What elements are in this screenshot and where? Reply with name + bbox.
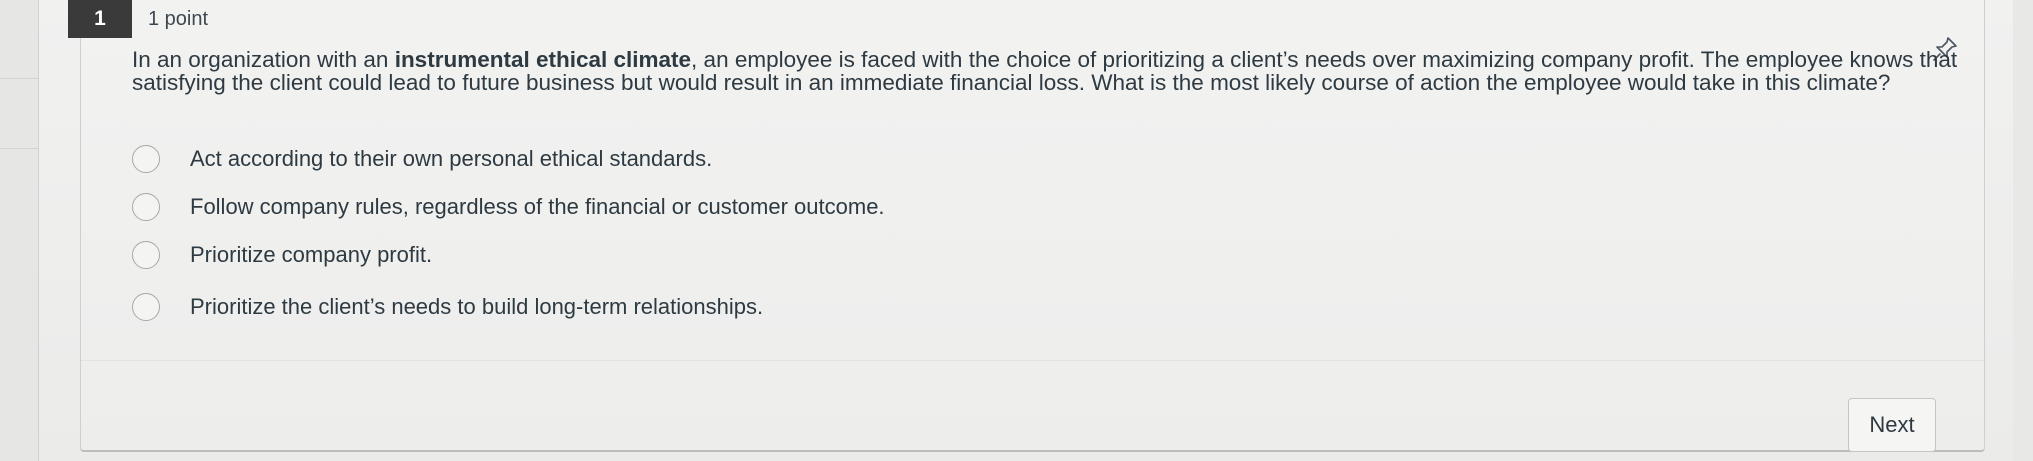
rail-divider: [0, 78, 38, 79]
question-text: In an organization with an instrumental …: [132, 48, 1962, 94]
radio-button[interactable]: [132, 241, 160, 269]
answer-label: Act according to their own personal ethi…: [190, 146, 713, 171]
radio-button[interactable]: [132, 293, 160, 321]
right-rail: [2013, 0, 2033, 461]
next-button[interactable]: Next: [1848, 398, 1936, 452]
answer-label: Follow company rules, regardless of the …: [190, 194, 885, 219]
question-number-badge: 1: [68, 0, 132, 38]
answer-option[interactable]: Prioritize company profit.: [132, 241, 432, 269]
radio-button[interactable]: [132, 145, 160, 173]
answer-label: Prioritize the client’s needs to build l…: [190, 294, 764, 319]
quiz-page: 1 1 point In an organization with an ins…: [0, 0, 2033, 461]
question-text-start: In an organization with an: [132, 47, 395, 72]
question-points: 1 point: [148, 8, 209, 30]
radio-button[interactable]: [132, 193, 160, 221]
answer-option[interactable]: Prioritize the client’s needs to build l…: [132, 293, 763, 321]
answer-option[interactable]: Follow company rules, regardless of the …: [132, 193, 885, 221]
left-rail: [0, 0, 39, 461]
rail-divider: [0, 148, 38, 149]
answer-option[interactable]: Act according to their own personal ethi…: [132, 145, 712, 173]
question-text-emphasis: instrumental ethical climate: [394, 47, 692, 72]
answer-label: Prioritize company profit.: [190, 242, 433, 267]
footer-divider: [81, 360, 1984, 361]
